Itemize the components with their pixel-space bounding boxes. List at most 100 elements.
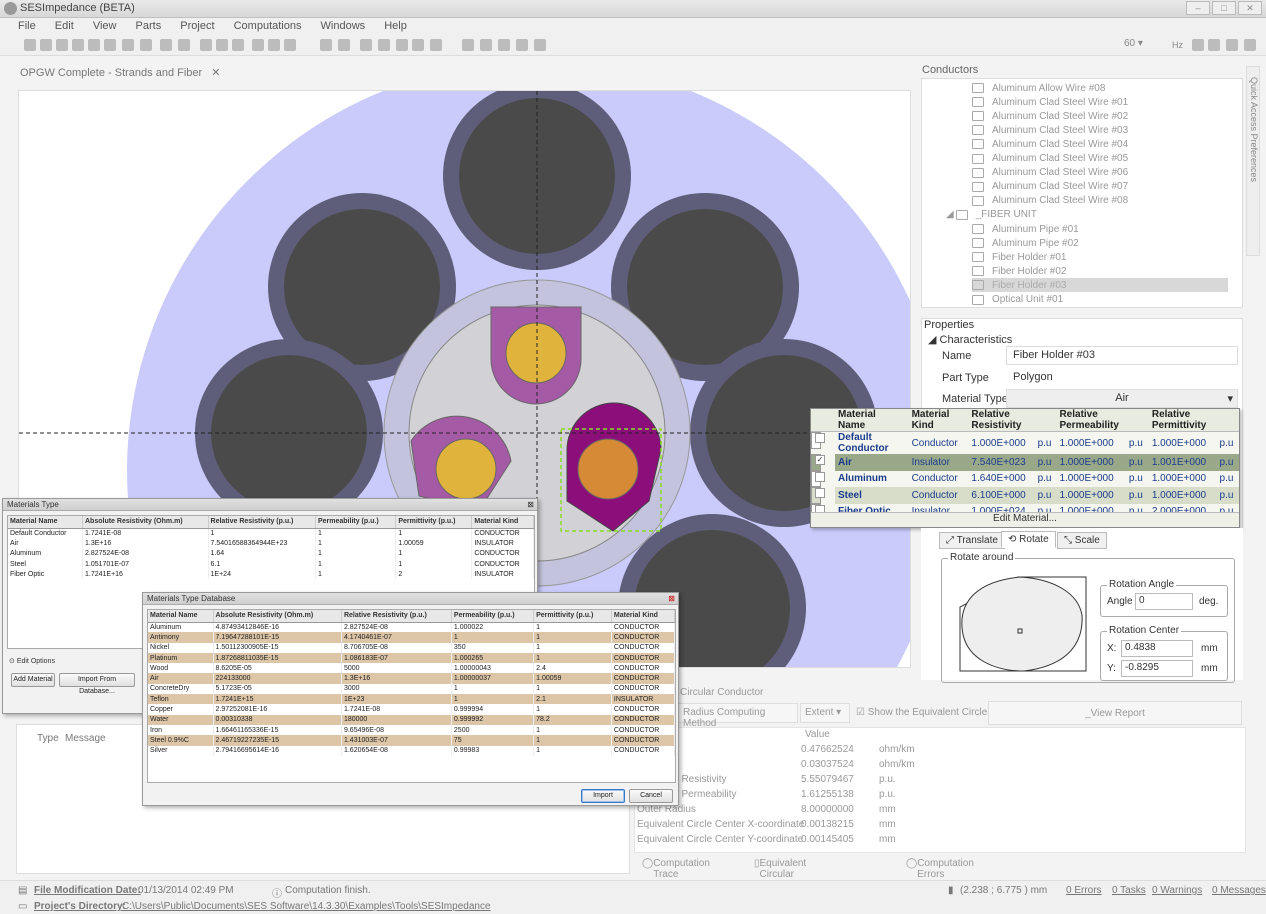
column-header[interactable]: Permittivity (p.u.) (533, 610, 612, 623)
tab-rotate[interactable]: ⟲ Rotate (1001, 531, 1056, 548)
cancel-button[interactable]: Cancel (629, 789, 673, 803)
table-row[interactable]: Nickel 1.50112300905E-15 8.706705E-08 350 1 C… (148, 642, 676, 653)
menu-windows[interactable]: Windows (321, 18, 366, 34)
tree-item[interactable]: Fiber Holder #01 (972, 250, 1228, 264)
tree-item[interactable]: Aluminum Clad Steel Wire #03 (972, 123, 1228, 137)
column-header[interactable]: Absolute Resistivity (Ohm.m) (213, 610, 342, 623)
menu-edit[interactable]: Edit (55, 18, 74, 34)
menu-project[interactable]: Project (180, 18, 214, 34)
tab-equivalent-circular-conductor[interactable]: ▯ Equivalent Circular Conductor (754, 858, 806, 891)
rotation-preview[interactable] (958, 571, 1090, 679)
material-option-row[interactable]: Steel Conductor 6.100E+000 p.u 1.000E+000 p.u… (811, 487, 1239, 504)
frequency-select[interactable]: 60 ▾ (1124, 38, 1164, 53)
toolbar-tool-icon[interactable] (430, 39, 442, 51)
column-header[interactable]: Absolute Resistivity (Ohm.m) (82, 516, 209, 529)
edit-material-button[interactable]: Edit Material... (811, 512, 1239, 527)
table-row[interactable]: Fiber Optic 1.7241E+16 1E+24 1 2 INSULATOR (8, 569, 534, 580)
menu-computations[interactable]: Computations (234, 18, 302, 34)
toolbar-tool-icon[interactable] (140, 39, 152, 51)
view-report-button[interactable]: _View Report (988, 701, 1242, 725)
show-equiv-checkbox[interactable]: ☑ Show the Equivalent Circle (856, 707, 987, 718)
tree-item[interactable]: Fiber Holder #03 (972, 278, 1228, 293)
table-row[interactable]: Wood 8.6205E-05 5000 1.00000043 2.4 CONDUCTOR (148, 663, 676, 674)
tab-computation-errors[interactable]: ◯ Computation Errors (906, 858, 974, 880)
material-option-row[interactable]: Default Conductor Conductor 1.000E+000 p.u 1… (811, 432, 1239, 454)
center-x-input[interactable]: 0.4838 (1121, 640, 1193, 657)
column-header[interactable]: Permittivity (p.u.) (395, 516, 473, 529)
import-button[interactable]: Import (581, 789, 625, 803)
material-checkbox[interactable] (815, 471, 825, 482)
column-header[interactable]: Material Name (148, 610, 214, 623)
tree-item[interactable]: Aluminum Allow Wire #08 (972, 81, 1228, 95)
menu-parts[interactable]: Parts (136, 18, 162, 34)
tab-computation-trace[interactable]: ◯ Computation Trace (642, 858, 710, 880)
tab-scale[interactable]: ⤡ Scale (1057, 532, 1107, 549)
toolbar-tool-icon[interactable] (72, 39, 84, 51)
table-row[interactable]: Antimony 7.19647288101E-15 4.1740461E-07 1 1… (148, 632, 676, 643)
tree-item[interactable]: Aluminum Clad Steel Wire #05 (972, 152, 1228, 166)
column-header[interactable]: Material Kind (471, 516, 534, 529)
tasks-link[interactable]: 0 Tasks (1112, 885, 1146, 896)
table-row[interactable]: Silver 2.79416695614E-16 1.620654E-08 0.999… (148, 745, 676, 756)
toolbar-tool-icon[interactable] (396, 39, 408, 51)
tree-item[interactable]: Aluminum Clad Steel Wire #07 (972, 180, 1228, 194)
col-rel-resistivity[interactable]: Relative Resistivity (968, 409, 1057, 432)
material-checkbox[interactable] (815, 488, 825, 498)
col-rel-permeability[interactable]: Relative Permeability (1056, 409, 1149, 432)
toolbar-tool-icon[interactable] (24, 39, 36, 51)
toolbar-tool-icon[interactable] (516, 39, 528, 51)
tree-item[interactable]: Optical Unit #01 (972, 293, 1228, 307)
tree-item[interactable]: Aluminum Pipe #02 (972, 236, 1228, 250)
warnings-link[interactable]: 0 Warnings (1152, 885, 1202, 896)
material-option-row[interactable]: ✓ Air Insulator 7.540E+023 p.u 1.000E+000 p.u 1… (811, 454, 1239, 471)
col-material-name[interactable]: Material Name (835, 409, 909, 432)
center-y-input[interactable]: -0.8295 (1121, 660, 1193, 677)
menu-view[interactable]: View (93, 18, 117, 34)
tree-item[interactable]: Aluminum Clad Steel Wire #02 (972, 109, 1228, 123)
column-header[interactable]: Permeability (p.u.) (451, 610, 535, 623)
close-icon[interactable]: ✕ (211, 67, 220, 79)
toolbar-tool-icon[interactable] (178, 39, 190, 51)
table-row[interactable]: Copper 2.97252081E-16 1.7241E-08 0.999994 1 C… (148, 704, 676, 715)
toolbar-tool-icon[interactable] (268, 39, 280, 51)
column-header[interactable]: Relative Resistivity (p.u.) (341, 610, 452, 623)
toolbar-tool-icon[interactable] (56, 39, 68, 51)
tree-item[interactable]: Aluminum Clad Steel Wire #01 (972, 95, 1228, 109)
material-checkbox[interactable]: ✓ (815, 455, 825, 465)
toolbar-tool-icon[interactable] (378, 39, 390, 51)
conductors-tree[interactable]: Aluminum Allow Wire #08 Aluminum Clad Ste… (921, 78, 1243, 308)
table-row[interactable]: Iron 1.66461165336E-15 9.65496E-08 2500 1 CON… (148, 724, 676, 736)
characteristics-section[interactable]: ◢ Characteristics (928, 333, 1012, 346)
import-from-database-button[interactable]: Import From Database... (59, 673, 135, 695)
table-row[interactable]: Steel 0.9%C 2.46719227235E-15 1.431003E-07… (148, 735, 676, 746)
tree-item[interactable]: Aluminum Clad Steel Wire #06 (972, 166, 1228, 180)
table-row[interactable]: Teflon 1.7241E+15 1E+23 1 2.1 INSULATOR (148, 694, 676, 705)
column-header[interactable]: Relative Resistivity (p.u.) (208, 516, 316, 529)
angle-input[interactable]: 0 (1135, 593, 1193, 610)
toolbar-tool-icon[interactable] (480, 39, 492, 51)
table-row[interactable]: Water 0.00310338 180000 0.999992 78.2 CONDUCT… (148, 714, 676, 725)
document-tab[interactable]: OPGW Complete - Strands and Fiber ✕ (20, 66, 220, 79)
tree-item[interactable]: Aluminum Clad Steel Wire #08 (972, 194, 1228, 208)
tree-item[interactable]: ◢ _FIBER UNIT (946, 208, 1236, 222)
toolbar-tool-icon[interactable] (498, 39, 510, 51)
errors-link[interactable]: 0 Errors (1066, 885, 1102, 896)
table-row[interactable]: Air 1.3E+16 7.54016588364944E+23 1 1.00059 IN… (8, 538, 534, 549)
name-field[interactable]: Fiber Holder #03 (1006, 346, 1238, 365)
toolbar-tool-icon[interactable] (1244, 39, 1256, 51)
toolbar-tool-icon[interactable] (122, 39, 134, 51)
column-header[interactable]: Permeability (p.u.) (315, 516, 397, 529)
close-button[interactable]: ✕ (1238, 1, 1262, 15)
toolbar-tool-icon[interactable] (462, 39, 474, 51)
table-row[interactable]: Default Conductor 1.7241E-08 1 1 1 CONDUCTOR (8, 528, 534, 539)
toolbar-tool-icon[interactable] (252, 39, 264, 51)
toolbar-tool-icon[interactable] (412, 39, 424, 51)
toolbar-tool-icon[interactable] (534, 39, 546, 51)
toolbar-tool-icon[interactable] (338, 39, 350, 51)
toolbar-tool-icon[interactable] (284, 39, 296, 51)
tree-item[interactable]: Aluminum Clad Steel Wire #04 (972, 137, 1228, 151)
column-header[interactable]: Material Name (8, 516, 83, 529)
material-option-row[interactable]: Aluminum Conductor 1.640E+000 p.u 1.000E+000… (811, 470, 1239, 487)
quick-access-side-tab[interactable]: Quick Access Preferences (1246, 66, 1260, 256)
toolbar-tool-icon[interactable] (88, 39, 100, 51)
